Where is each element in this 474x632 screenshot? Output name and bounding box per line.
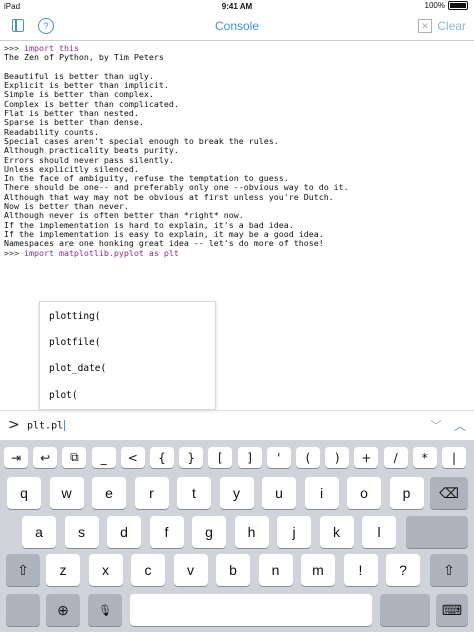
undo-key[interactable]: ↩ bbox=[33, 447, 58, 468]
pipe-key[interactable]: | bbox=[442, 447, 466, 468]
microphone-icon[interactable]: 🎙 bbox=[88, 594, 122, 626]
nav-bar: ? Console ✕ Clear bbox=[0, 13, 474, 41]
console-output: >>> import this The Zen of Python, by Tim… bbox=[4, 43, 472, 258]
key-l[interactable]: l bbox=[362, 516, 396, 548]
battery-indicator: 100% bbox=[425, 1, 468, 10]
key-o[interactable]: o bbox=[347, 477, 381, 509]
key-f[interactable]: f bbox=[149, 516, 184, 548]
key-y[interactable]: y bbox=[219, 477, 254, 509]
console-input-line: >>> import matplotlib.pyplot as plt bbox=[4, 247, 472, 258]
key-![interactable]: ! bbox=[343, 554, 378, 586]
open-bracket-key[interactable]: [ bbox=[208, 447, 233, 468]
console-line-text: import matplotlib.pyplot as plt bbox=[23, 247, 179, 258]
history-up-icon[interactable]: ︿ bbox=[454, 417, 466, 434]
close-bracket-key[interactable]: ] bbox=[237, 447, 262, 468]
space-bar[interactable] bbox=[130, 594, 372, 626]
key-j[interactable]: j bbox=[277, 516, 311, 548]
key-n[interactable]: n bbox=[258, 554, 293, 586]
numbers-key-left[interactable] bbox=[6, 594, 40, 626]
globe-icon[interactable]: ⊕ bbox=[46, 594, 80, 626]
key-r[interactable]: r bbox=[134, 477, 169, 509]
autocomplete-popup: plotting( plotfile( plot_date( plot( bbox=[39, 301, 216, 410]
shift-left-key[interactable]: ⇧ bbox=[6, 554, 40, 586]
plus-key[interactable]: + bbox=[354, 447, 379, 468]
command-input-text: plt.pl bbox=[27, 420, 64, 432]
backspace-key[interactable]: ⌫ bbox=[430, 477, 468, 509]
prompt-chevron: > bbox=[8, 417, 20, 433]
open-brace-key[interactable]: { bbox=[150, 447, 174, 468]
key-q[interactable]: q bbox=[7, 477, 41, 509]
close-paren-key[interactable]: ) bbox=[325, 447, 350, 468]
key-g[interactable]: g bbox=[192, 516, 226, 548]
less-than-key[interactable]: < bbox=[120, 447, 145, 468]
underscore-key[interactable]: _ bbox=[91, 447, 116, 468]
key-u[interactable]: u bbox=[262, 477, 296, 509]
autocomplete-item[interactable]: plotfile( bbox=[49, 337, 100, 348]
console-output-line: The Zen of Python, by Tim Peters bbox=[4, 53, 472, 62]
shift-right-key[interactable]: ⇧ bbox=[430, 554, 468, 586]
key-k[interactable]: k bbox=[319, 516, 354, 548]
autocomplete-item[interactable]: plotting( bbox=[49, 311, 100, 322]
key-h[interactable]: h bbox=[234, 516, 269, 548]
key-e[interactable]: e bbox=[92, 477, 126, 509]
page-title: Console bbox=[214, 19, 260, 33]
key-m[interactable]: m bbox=[301, 554, 335, 586]
autocomplete-item[interactable]: plot_date( bbox=[49, 363, 106, 374]
close-icon[interactable]: ✕ bbox=[418, 19, 432, 33]
slash-key[interactable]: / bbox=[383, 447, 408, 468]
key-c[interactable]: c bbox=[131, 554, 165, 586]
numbers-key-right[interactable] bbox=[380, 594, 430, 626]
key-a[interactable]: a bbox=[22, 516, 56, 548]
status-time: 9:41 AM bbox=[221, 2, 253, 11]
console-line-text: The Zen of Python, by Tim Peters bbox=[4, 52, 164, 63]
open-paren-key[interactable]: ( bbox=[296, 447, 320, 468]
key-t[interactable]: t bbox=[177, 477, 211, 509]
autocomplete-item[interactable]: plot( bbox=[49, 390, 78, 401]
key-i[interactable]: i bbox=[304, 477, 339, 509]
return-key[interactable] bbox=[406, 516, 468, 548]
console-prompt: >>> bbox=[4, 247, 24, 258]
keyboard-dismiss-icon[interactable]: ⌨ bbox=[436, 594, 468, 626]
key-x[interactable]: x bbox=[88, 554, 123, 586]
input-bar: > plt.pl ﹀ ︿ bbox=[0, 410, 474, 441]
key-p[interactable]: p bbox=[389, 477, 424, 509]
keyboard: ⇥ ↩ ⧉ _ <{}[] '() + / * | q w e r t y u i o p ⌫ a s d f g h j k l ⇧ z x c… bbox=[0, 440, 474, 632]
quote-key[interactable]: ' bbox=[266, 447, 291, 468]
key-d[interactable]: d bbox=[107, 516, 141, 548]
status-bar: iPad 9:41 AM 100% bbox=[0, 0, 474, 13]
asterisk-key[interactable]: * bbox=[412, 447, 437, 468]
command-input[interactable]: plt.pl bbox=[27, 420, 66, 432]
key-b[interactable]: b bbox=[216, 554, 250, 586]
key-v[interactable]: v bbox=[173, 554, 208, 586]
battery-icon bbox=[448, 1, 468, 10]
copy-key[interactable]: ⧉ bbox=[62, 447, 87, 468]
history-down-icon[interactable]: ﹀ bbox=[430, 417, 442, 434]
battery-percent: 100% bbox=[424, 1, 445, 10]
key-w[interactable]: w bbox=[49, 477, 84, 509]
text-cursor bbox=[64, 420, 66, 431]
key-z[interactable]: z bbox=[46, 554, 80, 586]
key-?[interactable]: ? bbox=[386, 554, 420, 586]
clear-button[interactable]: Clear bbox=[437, 19, 466, 33]
close-brace-key[interactable]: } bbox=[179, 447, 204, 468]
tab-key[interactable]: ⇥ bbox=[4, 447, 28, 468]
key-s[interactable]: s bbox=[64, 516, 99, 548]
